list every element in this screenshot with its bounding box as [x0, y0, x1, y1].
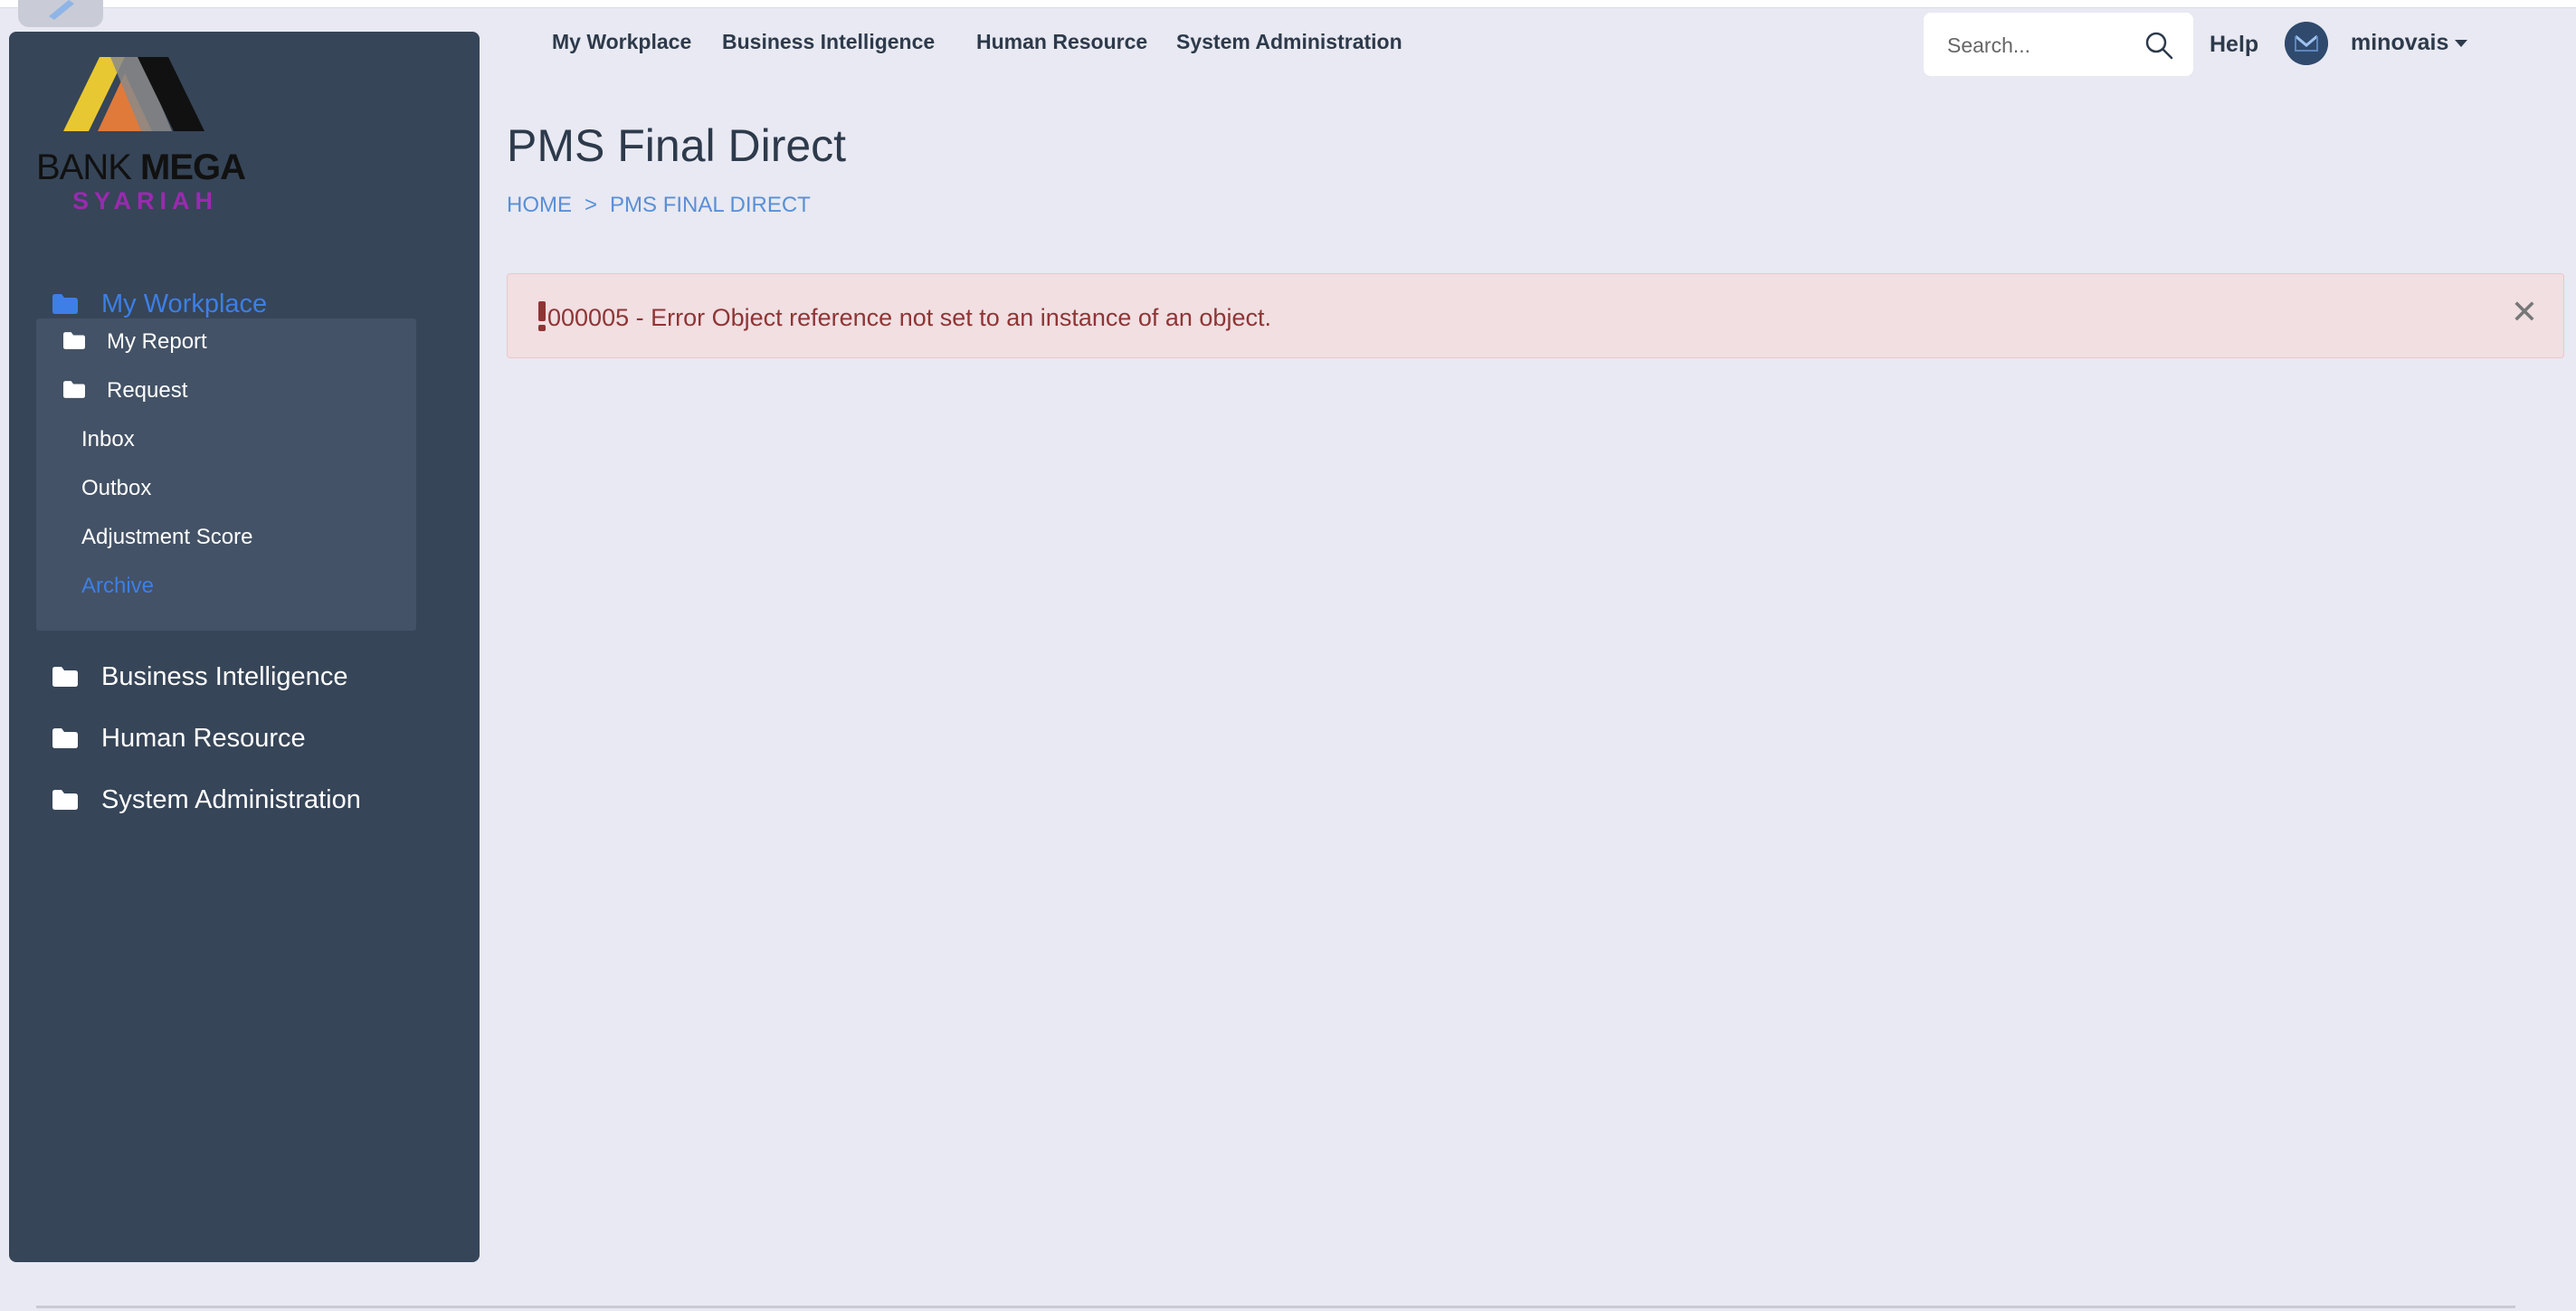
sidebar-item-my-workplace[interactable]: My Workplace [52, 286, 267, 322]
sidebar-item-business-intelligence[interactable]: Business Intelligence [52, 659, 347, 695]
page-title: PMS Final Direct [507, 120, 847, 171]
username-dropdown[interactable]: minovais [2351, 30, 2448, 56]
logo-mark-icon [63, 57, 204, 131]
logo-text-syariah: SYARIAH [72, 187, 219, 214]
corner-tab-button[interactable] [18, 0, 103, 27]
sidebar: BANK MEGA SYARIAH My Workplace My Report… [9, 32, 480, 1262]
alert-message: 000005 - Error Object reference not set … [547, 304, 1271, 331]
topnav-system-administration[interactable]: System Administration [1176, 30, 1402, 57]
sidebar-item-label: Human Resource [101, 723, 306, 753]
sidebar-item-outbox[interactable]: Outbox [81, 473, 151, 504]
breadcrumb-current: PMS FINAL DIRECT [610, 193, 811, 217]
logo-bank-word: BANK [36, 147, 141, 187]
sidebar-item-adjustment-score[interactable]: Adjustment Score [81, 522, 252, 553]
search-icon[interactable] [2144, 31, 2173, 60]
sidebar-item-human-resource[interactable]: Human Resource [52, 720, 306, 756]
sidebar-item-inbox[interactable]: Inbox [81, 424, 135, 455]
search-input[interactable] [1945, 27, 2139, 63]
folder-icon [52, 294, 78, 314]
my-workplace-submenu: My Report Request Inbox Outbox Adjustmen… [36, 318, 416, 631]
sidebar-item-label: System Administration [101, 784, 361, 814]
exclamation-icon [538, 301, 546, 331]
sidebar-item-my-report[interactable]: My Report [63, 327, 207, 357]
topnav-human-resource[interactable]: Human Resource [976, 30, 1147, 57]
folder-icon [63, 381, 89, 401]
logo-text-bank: BANK MEGA [36, 147, 246, 188]
breadcrumb-separator: > [585, 193, 598, 217]
topnav-my-workplace[interactable]: My Workplace [552, 30, 691, 57]
chevron-down-icon[interactable] [2455, 40, 2467, 47]
search-box [1924, 13, 2193, 76]
close-icon[interactable]: ✕ [2511, 296, 2538, 328]
sidebar-item-label: My Report [107, 329, 207, 354]
sidebar-item-archive[interactable]: Archive [81, 571, 154, 602]
logo-mega-word: MEGA [140, 147, 246, 187]
avatar[interactable] [2285, 22, 2328, 65]
folder-icon [52, 667, 78, 687]
folder-icon [52, 790, 78, 810]
pencil-icon [49, 0, 74, 20]
sidebar-item-label: Request [107, 378, 188, 403]
error-alert: 000005 - Error Object reference not set … [507, 273, 2564, 358]
user-avatar-icon [2285, 22, 2328, 65]
sidebar-item-request[interactable]: Request [63, 375, 187, 406]
sidebar-item-system-administration[interactable]: System Administration [52, 782, 361, 818]
breadcrumb: HOME > PMS FINAL DIRECT [507, 193, 811, 218]
bottom-scrollbar[interactable] [36, 1306, 2515, 1308]
breadcrumb-home[interactable]: HOME [507, 193, 572, 218]
sidebar-item-label: My Workplace [101, 289, 268, 318]
folder-icon [63, 332, 89, 352]
top-border [0, 0, 2576, 8]
help-link[interactable]: Help [2210, 32, 2258, 58]
topnav-business-intelligence[interactable]: Business Intelligence [722, 30, 935, 57]
sidebar-item-label: Business Intelligence [101, 661, 348, 691]
folder-icon [52, 728, 78, 748]
